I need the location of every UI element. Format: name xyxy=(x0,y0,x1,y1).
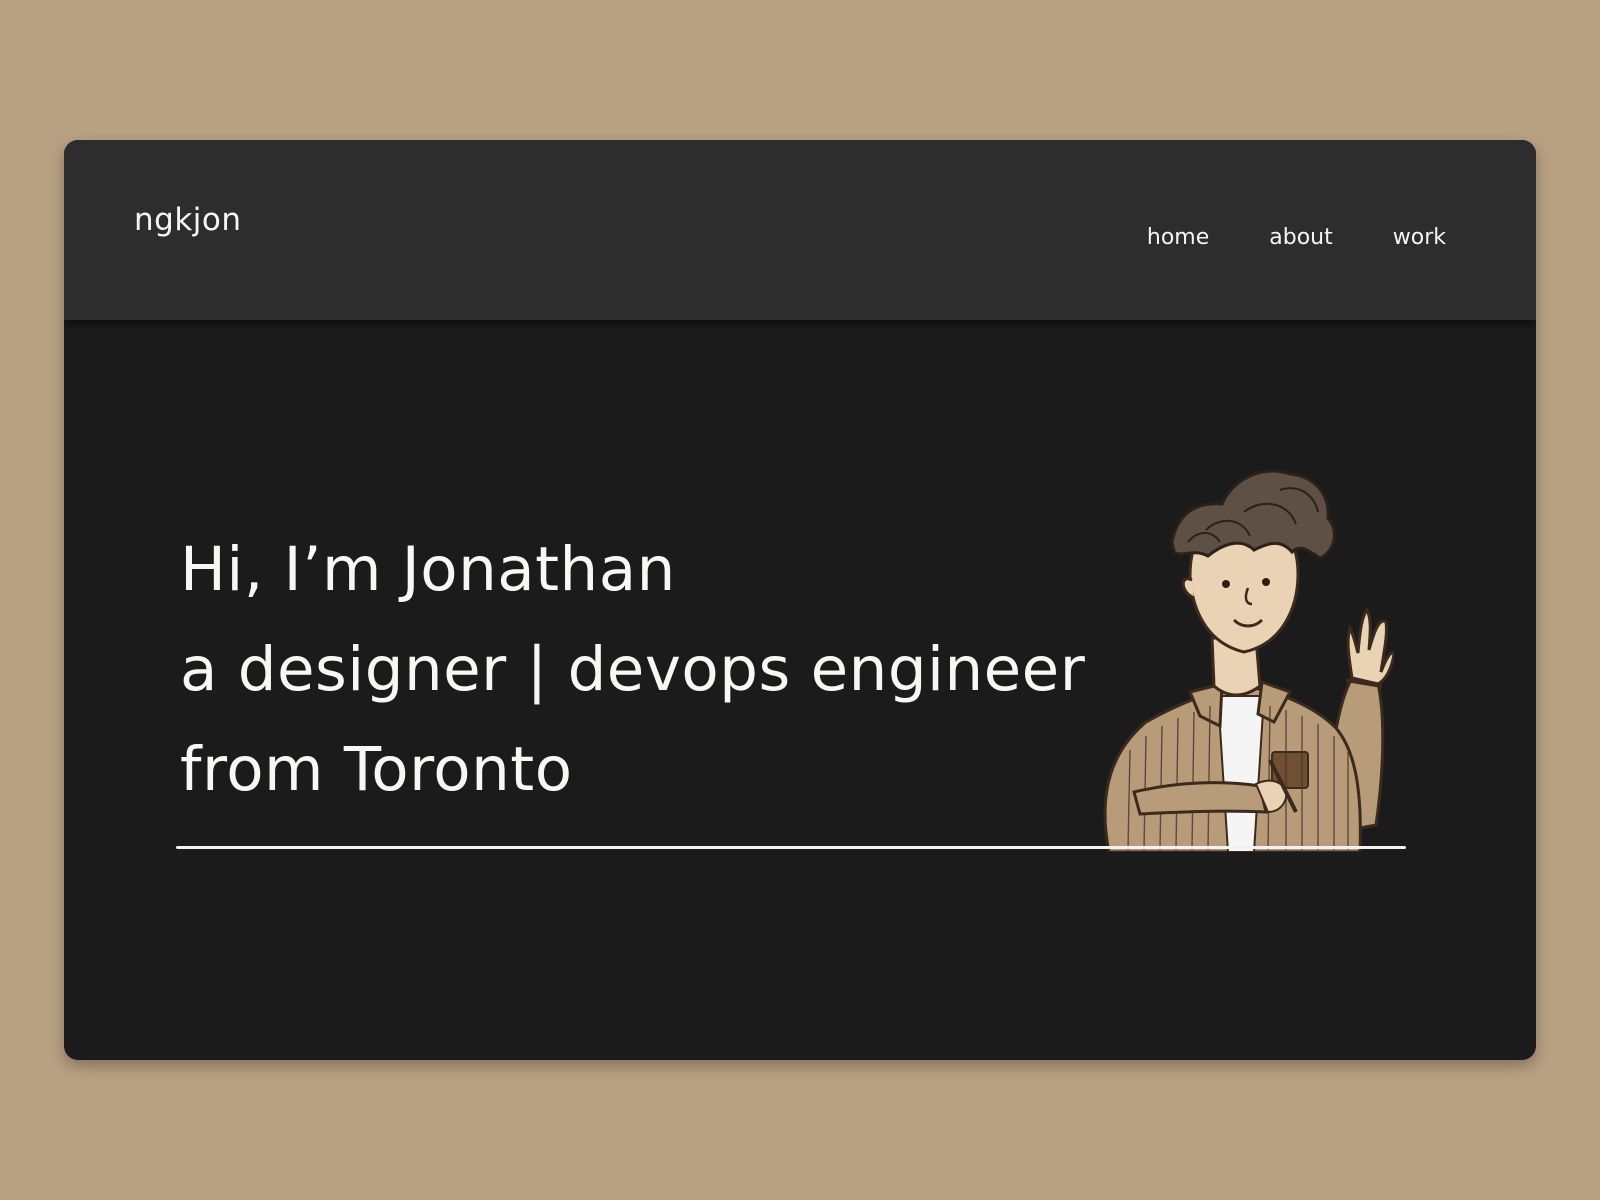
hero-divider xyxy=(176,846,1406,849)
brand-logo[interactable]: ngkjon xyxy=(134,202,242,238)
hero-line-role: a designer | devops engineer xyxy=(180,634,1086,705)
hero-heading: Hi, I’m Jonathan a designer | devops eng… xyxy=(180,520,1085,820)
browser-window: ngkjon home about work Hi, I’m Jonathan … xyxy=(64,140,1536,1060)
nav-link-work[interactable]: work xyxy=(1393,225,1446,250)
nav-link-about[interactable]: about xyxy=(1269,225,1332,250)
nav-links: home about work xyxy=(1147,225,1446,250)
waving-person-illustration-icon xyxy=(1103,469,1394,852)
navbar: ngkjon home about work xyxy=(64,140,1536,320)
nav-link-home[interactable]: home xyxy=(1147,225,1209,250)
hero-line-location: from Toronto xyxy=(180,734,573,805)
hero-line-greeting: Hi, I’m Jonathan xyxy=(180,534,676,605)
